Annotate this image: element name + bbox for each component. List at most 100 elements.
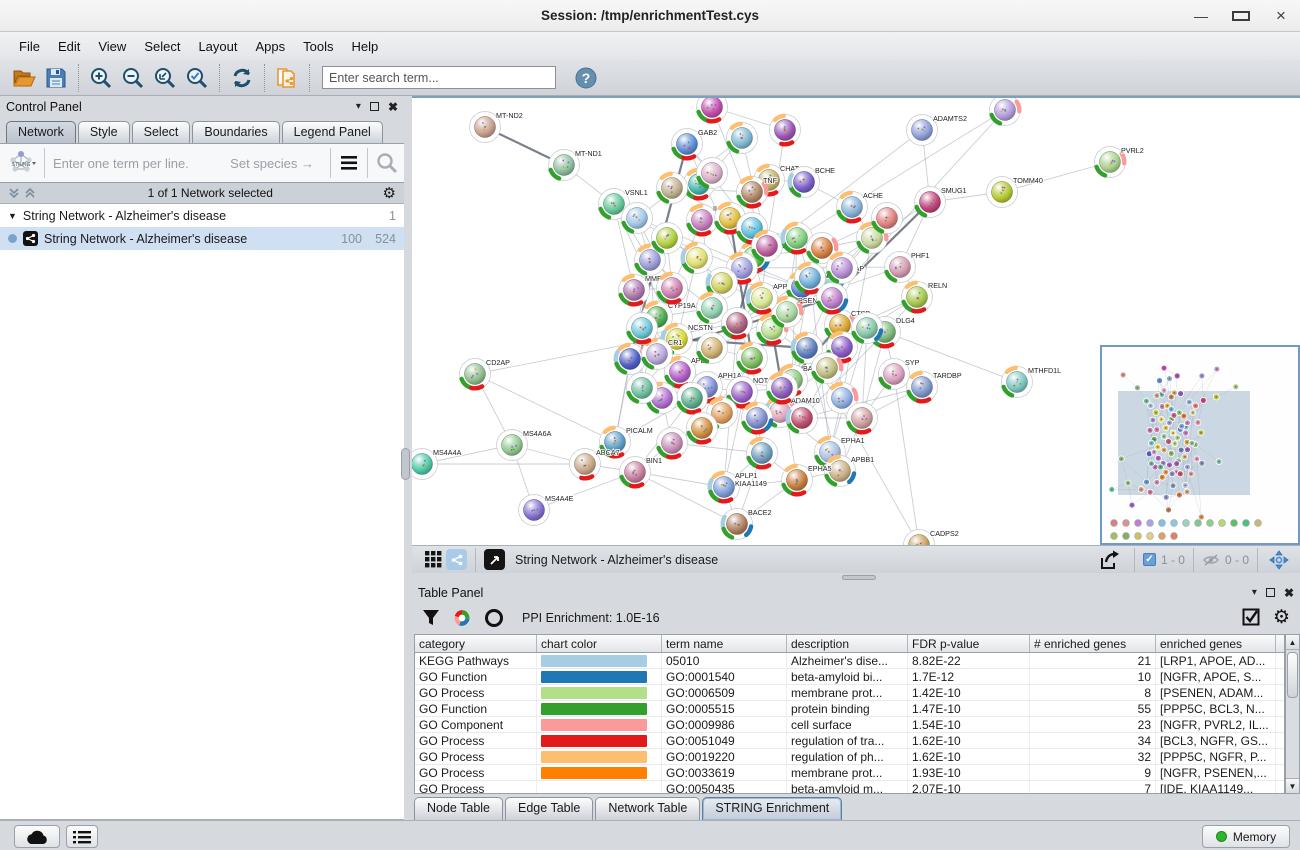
menu-help[interactable]: Help: [343, 35, 388, 58]
memory-button[interactable]: Memory: [1202, 825, 1290, 848]
network-node[interactable]: APBB1: [825, 455, 875, 487]
network-node[interactable]: ADAMTS2: [907, 114, 967, 146]
network-node[interactable]: MT-ND1: [549, 149, 602, 181]
zoom-fit-button[interactable]: [149, 63, 181, 93]
collapse-expand-icons[interactable]: [8, 187, 38, 199]
column-header-4[interactable]: description: [787, 635, 908, 652]
save-session-button[interactable]: [40, 63, 72, 93]
string-search-icon[interactable]: [376, 152, 398, 174]
network-collection-row[interactable]: ▼ String Network - Alzheimer's disease 1: [0, 204, 404, 227]
network-node[interactable]: [742, 403, 773, 434]
tab-select[interactable]: Select: [132, 121, 191, 143]
network-node[interactable]: [722, 308, 753, 339]
string-style-button[interactable]: [446, 549, 467, 570]
menu-select[interactable]: Select: [135, 35, 189, 58]
table-row[interactable]: GO ProcessGO:0006509membrane prot...1.42…: [415, 685, 1284, 701]
column-header-5[interactable]: FDR p-value: [908, 635, 1030, 652]
network-node[interactable]: [990, 98, 1021, 126]
network-node[interactable]: [677, 383, 708, 414]
network-node[interactable]: [827, 253, 858, 284]
column-header-2[interactable]: chart color: [537, 635, 662, 652]
network-node[interactable]: [872, 203, 903, 234]
zoom-in-button[interactable]: [85, 63, 117, 93]
tab-legend-panel[interactable]: Legend Panel: [282, 121, 383, 143]
network-node[interactable]: SMUG1: [915, 186, 967, 218]
network-node[interactable]: RELN: [902, 281, 948, 313]
column-header-6[interactable]: # enriched genes: [1030, 635, 1156, 652]
panel-float-icon[interactable]: [370, 102, 379, 111]
menu-tools[interactable]: Tools: [294, 35, 342, 58]
network-node[interactable]: CD2AP: [460, 358, 511, 390]
enrichment-table[interactable]: categorychart colorterm namedescriptionF…: [414, 634, 1285, 794]
network-node[interactable]: [682, 243, 713, 274]
refresh-button[interactable]: [226, 63, 258, 93]
select-all-checkbox-icon[interactable]: [1242, 608, 1261, 627]
network-node[interactable]: [752, 231, 783, 262]
network-node[interactable]: [657, 173, 688, 204]
help-button[interactable]: ?: [570, 63, 602, 93]
network-node[interactable]: MS4A6A: [497, 429, 552, 461]
network-node[interactable]: [687, 413, 718, 444]
column-header-1[interactable]: category: [415, 635, 537, 652]
network-node[interactable]: TARDBP: [907, 371, 962, 403]
table-tab-edge-table[interactable]: Edge Table: [505, 797, 593, 820]
network-node[interactable]: BCHE: [789, 166, 836, 198]
table-scrollbar[interactable]: ▲ ▼: [1285, 634, 1300, 794]
network-node[interactable]: PHF1: [885, 251, 930, 283]
table-row[interactable]: GO ProcessGO:0051049regulation of tra...…: [415, 733, 1284, 749]
menu-apps[interactable]: Apps: [247, 35, 295, 58]
network-node[interactable]: MTHFD1L: [1002, 366, 1062, 398]
network-node[interactable]: [737, 343, 768, 374]
table-panel-close-icon[interactable]: ✖: [1284, 586, 1294, 600]
table-tab-node-table[interactable]: Node Table: [414, 797, 503, 820]
menu-edit[interactable]: Edit: [49, 35, 89, 58]
tree-expand-icon[interactable]: ▼: [8, 211, 17, 221]
network-node[interactable]: PVRL2: [1095, 146, 1144, 178]
table-tab-string-enrichment[interactable]: STRING Enrichment: [702, 797, 842, 820]
network-node[interactable]: [852, 313, 883, 344]
table-row[interactable]: GO FunctionGO:0005515protein binding1.47…: [415, 701, 1284, 717]
open-in-browser-button[interactable]: [484, 549, 505, 570]
network-node[interactable]: [817, 283, 848, 314]
table-row[interactable]: GO ProcessGO:0050435beta-amyloid m...2.0…: [415, 781, 1284, 794]
table-row[interactable]: GO ProcessGO:0033619membrane prot...1.93…: [415, 765, 1284, 781]
network-node[interactable]: [627, 373, 658, 404]
panel-close-icon[interactable]: ✖: [388, 100, 398, 114]
string-term-input[interactable]: [53, 156, 230, 171]
network-node[interactable]: [697, 98, 728, 123]
zoom-out-button[interactable]: [117, 63, 149, 93]
birds-eye-view[interactable]: [1100, 345, 1300, 545]
navigator-button[interactable]: [1266, 545, 1292, 575]
table-row[interactable]: GO ComponentGO:0009986cell surface1.54E-…: [415, 717, 1284, 733]
menu-layout[interactable]: Layout: [189, 35, 246, 58]
network-node[interactable]: MT-ND2: [470, 111, 523, 143]
export-network-button[interactable]: [1094, 545, 1126, 575]
table-row[interactable]: GO FunctionGO:0001540beta-amyloid bi...1…: [415, 669, 1284, 685]
menu-view[interactable]: View: [89, 35, 135, 58]
table-settings-gear-icon[interactable]: ⚙: [1273, 606, 1290, 629]
network-node[interactable]: CADPS2: [904, 529, 959, 545]
scroll-down-button[interactable]: ▼: [1286, 778, 1299, 793]
splitter-handle[interactable]: [401, 448, 410, 480]
tab-boundaries[interactable]: Boundaries: [192, 121, 279, 143]
table-row[interactable]: KEGG Pathways05010Alzheimer's dise...8.8…: [415, 653, 1284, 669]
network-node[interactable]: [767, 373, 798, 404]
network-node[interactable]: TOMM40: [987, 176, 1043, 208]
network-row[interactable]: String Network - Alzheimer's disease 100…: [0, 227, 404, 250]
network-node[interactable]: BACE2: [722, 508, 772, 540]
network-node[interactable]: [652, 223, 683, 254]
search-input[interactable]: [322, 66, 556, 89]
column-header-7[interactable]: enriched genes: [1156, 635, 1276, 652]
menu-file[interactable]: File: [10, 35, 49, 58]
network-node[interactable]: [787, 403, 818, 434]
panel-menu-icon[interactable]: ▾: [356, 101, 361, 112]
network-node[interactable]: [697, 158, 728, 189]
close-button[interactable]: ×: [1272, 6, 1290, 26]
column-header-3[interactable]: term name: [662, 635, 787, 652]
import-network-button[interactable]: [271, 63, 303, 93]
minimize-button[interactable]: —: [1192, 8, 1210, 24]
table-row[interactable]: GO ProcessGO:0019220regulation of ph...1…: [415, 749, 1284, 765]
grid-view-button[interactable]: [420, 545, 446, 575]
network-node[interactable]: [770, 115, 801, 146]
zoom-selected-button[interactable]: [181, 63, 213, 93]
